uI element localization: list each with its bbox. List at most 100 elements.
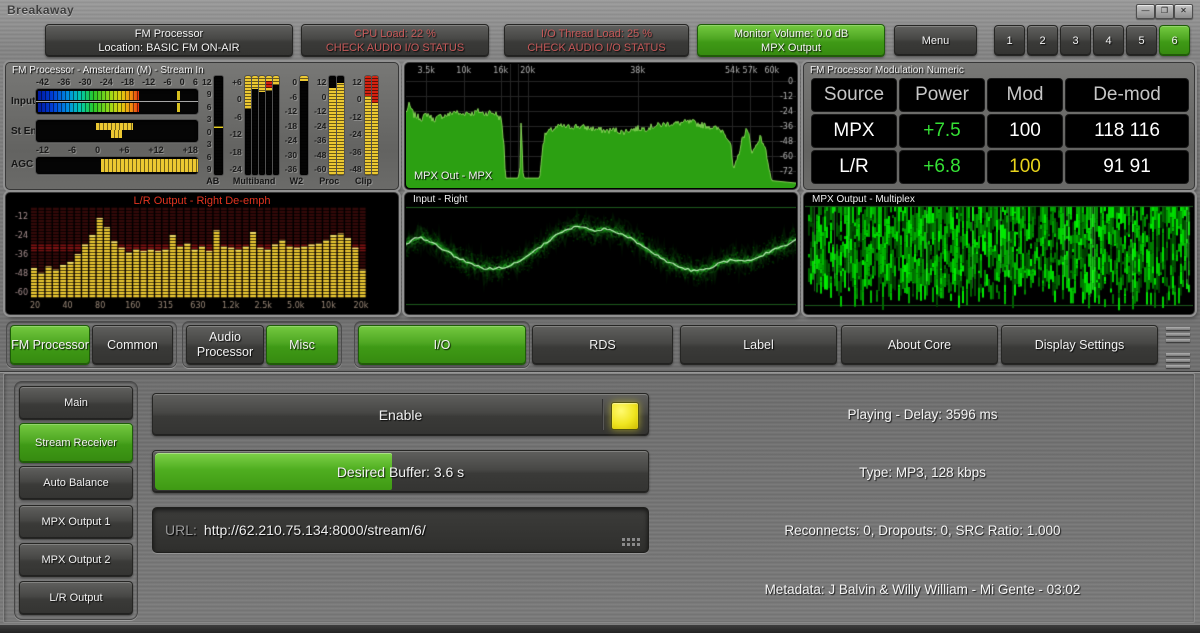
tab-fm-processor[interactable]: FM Processor bbox=[10, 325, 90, 365]
input-peak-right bbox=[177, 103, 180, 112]
lr-output-analyzer-title: L/R Output - Right De-emph bbox=[6, 195, 398, 207]
enable-led-separator bbox=[602, 399, 604, 430]
sidebar-item-mpx-output-2[interactable]: MPX Output 2 bbox=[19, 543, 133, 577]
io-thread-load-button[interactable]: I/O Thread Load: 25 % CHECK AUDIO I/O ST… bbox=[504, 24, 689, 57]
sidebar-item-stream-receiver[interactable]: Stream Receiver bbox=[19, 423, 133, 463]
preset-button-3[interactable]: 3 bbox=[1060, 25, 1091, 56]
col-header-mod: Mod bbox=[988, 79, 1062, 111]
mpx-spectrum-panel[interactable]: MPX Out - MPX bbox=[404, 62, 798, 190]
lr-demod-cell: 91 91 bbox=[1066, 151, 1188, 183]
tab-io[interactable]: I/O bbox=[358, 325, 526, 365]
vmeter-proc: 120-12-24-36-48-60Proc bbox=[314, 76, 344, 188]
minimize-icon[interactable]: — bbox=[1136, 4, 1155, 19]
col-header-demod: De-mod bbox=[1066, 79, 1188, 111]
scale-label: -42 bbox=[36, 77, 49, 87]
scale-label: -30 bbox=[78, 77, 91, 87]
stream-url-value: http://62.210.75.134:8000/stream/6/ bbox=[204, 522, 426, 538]
vmeter-ab: 129630369AB bbox=[202, 76, 223, 188]
preset-button-6-active[interactable]: 6 bbox=[1159, 25, 1190, 56]
tab-misc[interactable]: Misc bbox=[266, 325, 338, 365]
mpx-waterfall-panel[interactable]: MPX Output - Multiplex bbox=[803, 192, 1195, 315]
input-level-left bbox=[38, 91, 139, 100]
restore-icon[interactable]: ❐ bbox=[1155, 4, 1174, 19]
preset-button-2[interactable]: 2 bbox=[1027, 25, 1058, 56]
enable-button[interactable]: Enable bbox=[152, 393, 649, 436]
input-scope-panel[interactable]: Input - Right bbox=[404, 192, 798, 315]
mpx-demod-cell: 118 116 bbox=[1066, 115, 1188, 147]
sidebar-item-mpx-output-1[interactable]: MPX Output 1 bbox=[19, 505, 133, 539]
mpx-mod-cell: 100 bbox=[988, 115, 1062, 147]
input-meter-divider bbox=[36, 101, 198, 102]
lr-output-analyzer-panel[interactable]: L/R Output - Right De-emph bbox=[5, 192, 399, 315]
monitor-volume-button[interactable]: Monitor Volume: 0.0 dB MPX Output bbox=[697, 24, 885, 57]
sidebar-item-auto-balance[interactable]: Auto Balance bbox=[19, 466, 133, 500]
scale-label: 0 bbox=[95, 145, 100, 155]
cpu-load-button[interactable]: CPU Load: 22 % CHECK AUDIO I/O STATUS bbox=[301, 24, 489, 57]
tab-common[interactable]: Common bbox=[92, 325, 173, 365]
lr-source-cell: L/R bbox=[812, 151, 896, 183]
desired-buffer-slider[interactable]: Desired Buffer: 3.6 s bbox=[152, 450, 649, 493]
modulation-numeric-title: FM Processor Modulation Numeric bbox=[810, 65, 964, 76]
lr-power-cell: +6.8 bbox=[900, 151, 984, 183]
scale-label: +12 bbox=[148, 145, 163, 155]
mpx-spectrum-title: MPX Out - MPX bbox=[414, 170, 492, 182]
scale-label: -6 bbox=[68, 145, 76, 155]
input-scope-canvas bbox=[406, 194, 796, 313]
vertical-meters: 129630369AB +60-6-12-18-24Multiband 0-6-12… bbox=[202, 76, 396, 188]
col-header-power: Power bbox=[900, 79, 984, 111]
input-peak-left bbox=[177, 91, 180, 100]
processor-location-button[interactable]: FM Processor Location: BASIC FM ON-AIR bbox=[45, 24, 293, 57]
tab-label[interactable]: Label bbox=[680, 325, 837, 365]
stenh-stub bbox=[111, 130, 122, 138]
tab-about-core[interactable]: About Core bbox=[841, 325, 998, 365]
url-grip-dots-icon bbox=[622, 538, 640, 546]
stream-url-prefix: URL: bbox=[165, 522, 197, 538]
lr-output-analyzer-canvas bbox=[7, 194, 397, 313]
stream-url-field[interactable]: URL: http://62.210.75.134:8000/stream/6/ bbox=[152, 507, 649, 553]
mpx-waterfall-canvas bbox=[805, 194, 1193, 313]
meters-panel-title: FM Processor - Amsterdam (M) - Stream In bbox=[12, 65, 204, 76]
input-meter-scale: -42-36-30-24-18-12-606 bbox=[36, 77, 198, 87]
app-title: Breakaway bbox=[7, 3, 74, 17]
tab-rds[interactable]: RDS bbox=[532, 325, 673, 365]
menu-button[interactable]: Menu bbox=[894, 25, 977, 56]
agc-meter bbox=[36, 157, 198, 174]
scale-label: +18 bbox=[183, 145, 198, 155]
preset-button-5[interactable]: 5 bbox=[1126, 25, 1157, 56]
breakaway-window: Breakaway — ❐ ✕ FM Processor Location: B… bbox=[0, 0, 1200, 633]
scale-label: -36 bbox=[57, 77, 70, 87]
close-icon[interactable]: ✕ bbox=[1174, 4, 1193, 19]
meters-panel[interactable]: FM Processor - Amsterdam (M) - Stream In… bbox=[5, 62, 399, 190]
lr-mod-cell: 100 bbox=[988, 151, 1062, 183]
tab-display-settings[interactable]: Display Settings bbox=[1001, 325, 1158, 365]
enable-led-indicator bbox=[611, 402, 639, 430]
mpx-waterfall-title: MPX Output - Multiplex bbox=[812, 194, 915, 205]
vmeter-multiband: +60-6-12-18-24Multiband bbox=[229, 76, 278, 188]
tabbar-grip-icon[interactable] bbox=[1166, 324, 1190, 371]
preset-button-1[interactable]: 1 bbox=[994, 25, 1025, 56]
tab-audio-processor[interactable]: Audio Processor bbox=[186, 325, 264, 365]
vmeter-clip: 120-12-24-36-48Clip bbox=[349, 76, 377, 188]
scale-label: +6 bbox=[119, 145, 129, 155]
scale-label: -18 bbox=[121, 77, 134, 87]
stenh-meter bbox=[36, 120, 198, 142]
modulation-table: Source Power Mod De-mod MPX +7.5 100 118… bbox=[812, 79, 1188, 183]
input-meter-label: Input bbox=[11, 96, 35, 107]
input-scope-title: Input - Right bbox=[413, 194, 467, 205]
input-meter bbox=[36, 89, 198, 114]
mpx-power-cell: +7.5 bbox=[900, 115, 984, 147]
agc-meter-scale: -12 -6 0 +6 +12 +18 bbox=[36, 145, 198, 155]
mpx-source-cell: MPX bbox=[812, 115, 896, 147]
preset-button-4[interactable]: 4 bbox=[1093, 25, 1124, 56]
vmeter-w2: 0-6-12-18-24-30-36W2 bbox=[285, 76, 308, 188]
sidebar-item-main[interactable]: Main bbox=[19, 386, 133, 420]
stream-status-playing: Playing - Delay: 3596 ms bbox=[650, 407, 1195, 422]
stenh-band bbox=[96, 123, 133, 130]
desired-buffer-label: Desired Buffer: 3.6 s bbox=[153, 451, 648, 492]
modulation-numeric-panel: FM Processor Modulation Numeric Source P… bbox=[803, 62, 1195, 190]
agc-meter-label: AGC bbox=[11, 159, 33, 170]
scale-label: -12 bbox=[36, 145, 49, 155]
sidebar-item-lr-output[interactable]: L/R Output bbox=[19, 581, 133, 615]
input-level-right bbox=[38, 103, 139, 112]
scale-label: -6 bbox=[163, 77, 171, 87]
